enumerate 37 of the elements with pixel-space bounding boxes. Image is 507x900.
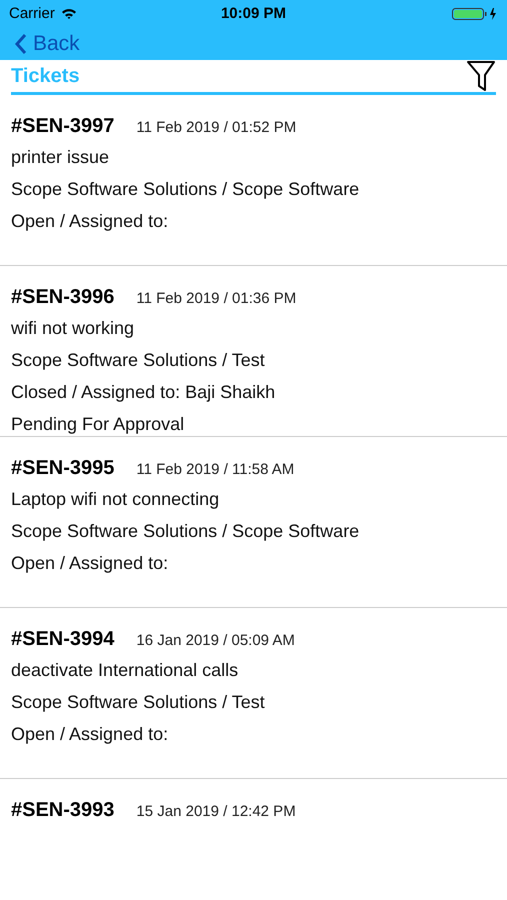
ticket-detail: Open / Assigned to: xyxy=(11,210,170,233)
ticket-date: 16 Jan 2019 / 05:09 AM xyxy=(136,630,295,650)
ticket-date: 11 Feb 2019 / 01:36 PM xyxy=(136,288,296,308)
ticket-detail: Closed / Assigned to: Baji Shaikh xyxy=(11,380,276,404)
clock: 10:09 PM xyxy=(220,4,286,24)
battery-charging-icon xyxy=(452,7,498,21)
ticket-date: 11 Feb 2019 / 01:52 PM xyxy=(136,118,296,138)
filter-icon xyxy=(466,60,496,92)
ticket-detail: deactivate International calls xyxy=(11,658,240,682)
ticket-id: #SEN-3993 xyxy=(11,798,114,822)
ticket-date: 11 Feb 2019 / 11:58 AM xyxy=(136,460,294,480)
ticket-row[interactable]: #SEN-3994 16 Jan 2019 / 05:09 AM deactivate International calls Scope Software Solutions / Test Open / Assigned to: xyxy=(0,608,507,778)
ticket-detail: printer issue xyxy=(11,146,110,169)
wifi-icon xyxy=(60,8,77,20)
ticket-row[interactable]: #SEN-3995 11 Feb 2019 / 11:58 AM Laptop wifi not connecting Scope Software Solutions / Scope Software Open / Assigned to: xyxy=(0,436,507,608)
ticket-id: #SEN-3996 xyxy=(11,284,114,310)
ticket-id: #SEN-3995 xyxy=(11,456,114,480)
ticket-row[interactable]: #SEN-3993 15 Jan 2019 / 12:42 PM xyxy=(0,778,507,900)
carrier-label: Carrier xyxy=(9,4,55,24)
page-title: Tickets xyxy=(11,64,80,88)
ticket-detail: Scope Software Solutions / Scope Software xyxy=(11,520,360,543)
ticket-row[interactable]: #SEN-3996 11 Feb 2019 / 01:36 PM wifi not working Scope Software Solutions / Test Closed / Assigned to: Baji Shaikh Pending For Approval xyxy=(0,266,507,436)
ticket-date: 15 Jan 2019 / 12:42 PM xyxy=(136,802,296,822)
ticket-detail: Pending For Approval xyxy=(11,412,186,436)
ticket-detail: Open / Assigned to: xyxy=(11,722,170,746)
ticket-detail: wifi not working xyxy=(11,316,136,340)
ticket-detail: Open / Assigned to: xyxy=(11,552,170,575)
ticket-detail: Scope Software Solutions / Test xyxy=(11,690,266,714)
back-button[interactable]: Back xyxy=(14,28,80,60)
ticket-id: #SEN-3997 xyxy=(11,114,114,138)
ticket-detail: Laptop wifi not connecting xyxy=(11,488,220,511)
ticket-row[interactable]: #SEN-3997 11 Feb 2019 / 01:52 PM printer issue Scope Software Solutions / Scope Software Open / Assigned to: xyxy=(0,94,507,266)
ticket-detail: Scope Software Solutions / Scope Software xyxy=(11,178,360,201)
chevron-left-icon xyxy=(14,32,27,55)
ticket-id: #SEN-3994 xyxy=(11,626,114,652)
ticket-detail: Scope Software Solutions / Test xyxy=(11,348,266,372)
filter-button[interactable] xyxy=(466,60,496,92)
